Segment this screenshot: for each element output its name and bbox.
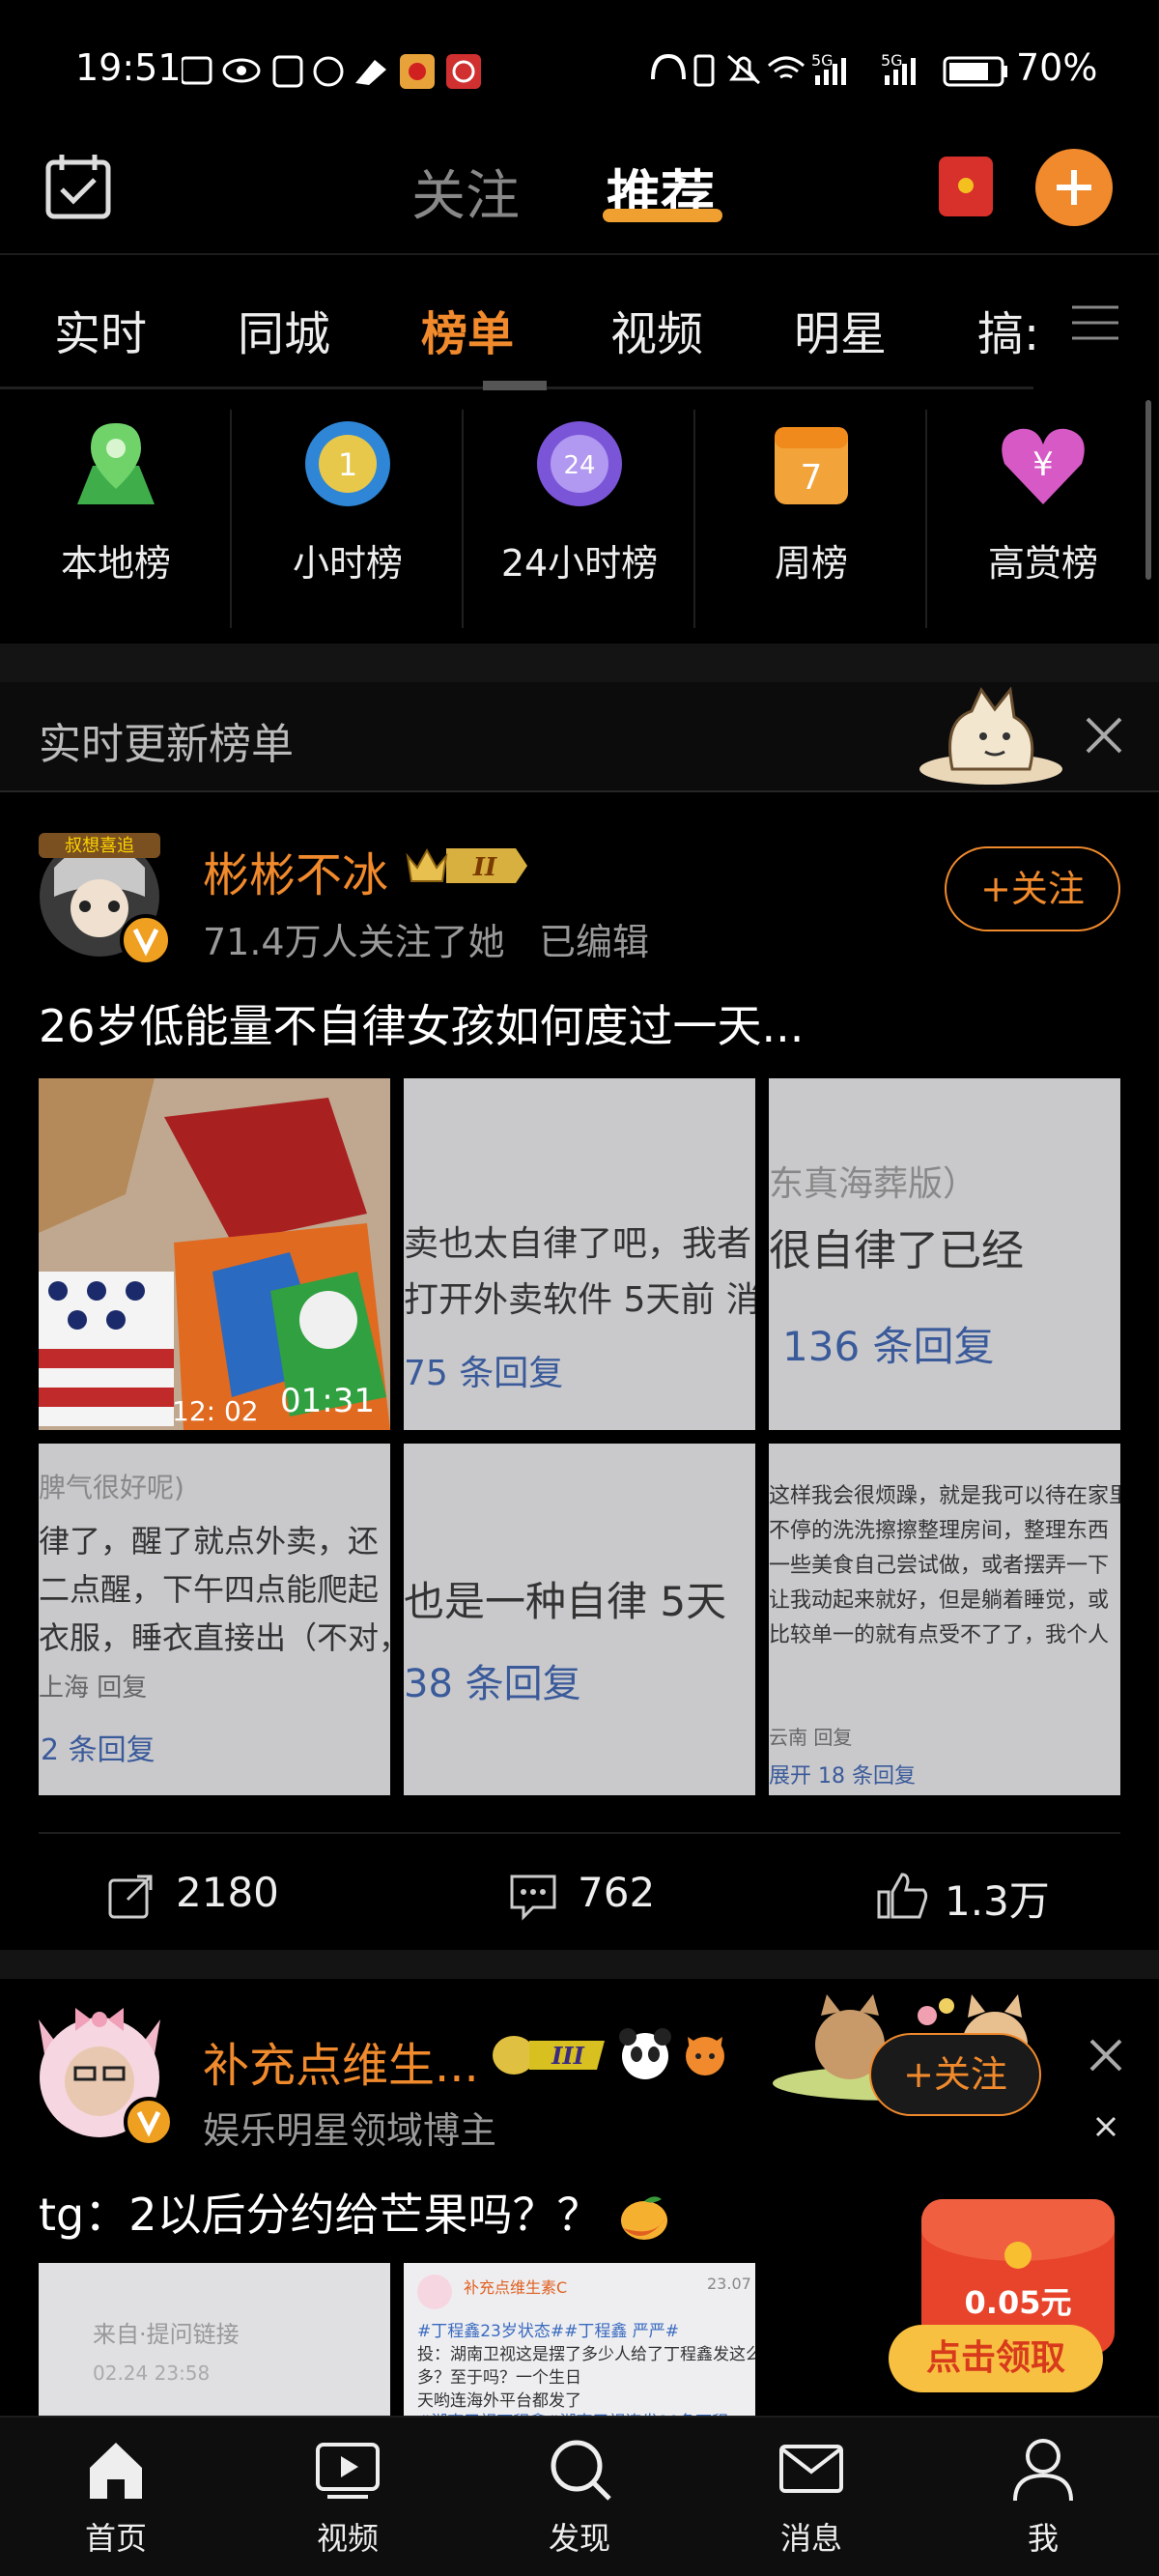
status-bar: 19:51 5G 5G 70%	[0, 0, 1159, 135]
comment-icon	[510, 1875, 556, 1921]
claim-button[interactable]: 点击领取	[889, 2325, 1103, 2392]
menu-icon[interactable]	[1070, 303, 1120, 342]
follow-button[interactable]: +关注	[945, 846, 1120, 931]
svg-text:5G: 5G	[881, 51, 903, 70]
hour-clock-icon: 1	[305, 421, 390, 506]
level-badge: II	[404, 841, 527, 891]
dog-illustration	[919, 686, 1062, 785]
post-text[interactable]: tg：2以后分约给芒果吗？？	[39, 2180, 673, 2247]
rank-reward[interactable]: ¥ 高赏榜	[927, 415, 1159, 587]
section-title: 实时更新榜单	[39, 720, 294, 769]
nav-video[interactable]: 视频	[232, 2435, 464, 2559]
svg-text:1: 1	[338, 446, 357, 483]
status-notification-icons	[182, 54, 481, 89]
close-red-packet-icon[interactable]	[1093, 2114, 1118, 2139]
level-badge: III	[491, 2033, 612, 2077]
category-tab[interactable]: 实时	[54, 296, 147, 363]
avatar[interactable]: 叔想喜追	[35, 829, 172, 966]
24h-clock-icon: 24	[537, 421, 622, 506]
svg-text:叔想喜追: 叔想喜追	[65, 836, 134, 856]
nav-home[interactable]: 首页	[0, 2435, 232, 2559]
svg-text:II: II	[472, 853, 497, 882]
plus-icon	[1057, 170, 1091, 205]
mango-icon	[621, 2195, 668, 2240]
profile-icon	[1013, 2439, 1073, 2502]
comment-button[interactable]: 762	[508, 1867, 740, 1925]
video-duration: 01:31	[280, 1382, 375, 1420]
map-pin-icon	[77, 423, 155, 504]
battery-level: 70%	[1016, 46, 1098, 89]
svg-text:5G: 5G	[811, 51, 834, 70]
nav-discover[interactable]: 发现	[464, 2435, 695, 2559]
video-thumbnail[interactable]: 12: 02 01:31	[39, 1078, 390, 1430]
verified-badge-icon	[124, 2097, 174, 2147]
avatar[interactable]	[29, 2000, 174, 2147]
category-tab[interactable]: 明星	[794, 296, 887, 363]
category-scroll-indicator	[483, 381, 547, 390]
verified-badge-icon	[120, 914, 172, 966]
follow-button[interactable]: +关注	[869, 2033, 1041, 2116]
author-name[interactable]: 补充点维生...	[203, 2027, 479, 2095]
close-icon[interactable]	[1082, 713, 1126, 758]
svg-text:¥: ¥	[1032, 445, 1054, 484]
calendar-checkin-icon[interactable]	[42, 149, 120, 226]
author-name[interactable]: 彬彬不冰	[203, 837, 388, 904]
tab-active-indicator	[603, 209, 722, 222]
share-icon	[108, 1875, 153, 1919]
search-icon	[551, 2440, 611, 2501]
follower-count: 71.4万人关注了她	[203, 921, 505, 963]
video-timestamp: 12: 02	[172, 1395, 259, 1427]
nav-messages[interactable]: 消息	[695, 2435, 927, 2559]
share-button[interactable]: 2180	[106, 1867, 357, 1925]
comment-screenshot[interactable]: 卖也太自律了吧，我者 打开外卖软件 5天前 消 75 条回复	[404, 1078, 755, 1430]
post-text[interactable]: 26岁低能量不自律女孩如何度过一天...	[39, 991, 804, 1055]
rank-local[interactable]: 本地榜	[0, 415, 232, 587]
svg-text:III: III	[551, 2042, 584, 2070]
heart-yen-icon: ¥	[1002, 428, 1085, 504]
nav-profile[interactable]: 我	[927, 2435, 1159, 2559]
add-post-button[interactable]	[1035, 149, 1113, 226]
comment-screenshot[interactable]: 东真海葬版） 很自律了已经 136 条回复	[769, 1078, 1120, 1430]
svg-text:24: 24	[563, 451, 595, 480]
category-tab[interactable]: 视频	[610, 296, 703, 363]
category-tab[interactable]: 榜单	[421, 296, 514, 363]
svg-text:7: 7	[801, 458, 823, 498]
panda-icon	[618, 2027, 672, 2081]
video-icon	[316, 2443, 380, 2499]
home-icon	[90, 2443, 142, 2499]
red-packet-amount: 0.05元	[964, 2284, 1072, 2321]
status-time: 19:51	[75, 46, 182, 89]
fox-icon	[680, 2029, 730, 2079]
red-envelope-icon[interactable]	[939, 157, 993, 216]
mail-icon	[779, 2445, 843, 2493]
close-icon[interactable]	[1086, 2035, 1126, 2075]
calendar-icon: 7	[775, 427, 848, 504]
comment-screenshot[interactable]: 也是一种自律 5天 38 条回复	[404, 1444, 755, 1795]
edited-label: 已编辑	[539, 921, 650, 963]
comment-screenshot[interactable]: 这样我会很烦躁，就是我可以待在家里 不停的洗洗擦擦整理房间，整理东西 一些美食自…	[769, 1444, 1120, 1795]
scrollbar[interactable]	[1145, 400, 1151, 580]
rank-weekly[interactable]: 7 周榜	[695, 415, 927, 587]
category-tab[interactable]: 搞:	[977, 296, 1039, 363]
category-tab[interactable]: 同城	[238, 296, 330, 363]
image-thumbnail[interactable]: 补充点维生素C 23.07 #丁程鑫23岁状态##丁程鑫 严严# 投：湖南卫视这…	[404, 2263, 755, 2418]
thumbs-up-icon	[877, 1873, 928, 1919]
section-header: 实时更新榜单	[0, 682, 1159, 790]
rank-24h[interactable]: 24 24小时榜	[464, 415, 695, 587]
tab-follow[interactable]: 关注	[411, 153, 520, 231]
rank-hourly[interactable]: 1 小时榜	[232, 415, 464, 587]
image-thumbnail[interactable]: 来自·提问链接 02.24 23:58	[39, 2263, 390, 2418]
comment-screenshot[interactable]: 脾气很好呢) 律了，醒了就点外卖，还 二点醒，下午四点能爬起 衣服，睡衣直接出（…	[39, 1444, 390, 1795]
author-meta: 娱乐明星领域博主	[203, 2109, 497, 2152]
like-button[interactable]: 1.3万	[875, 1867, 1107, 1925]
status-system-icons: 5G 5G	[651, 51, 1007, 87]
